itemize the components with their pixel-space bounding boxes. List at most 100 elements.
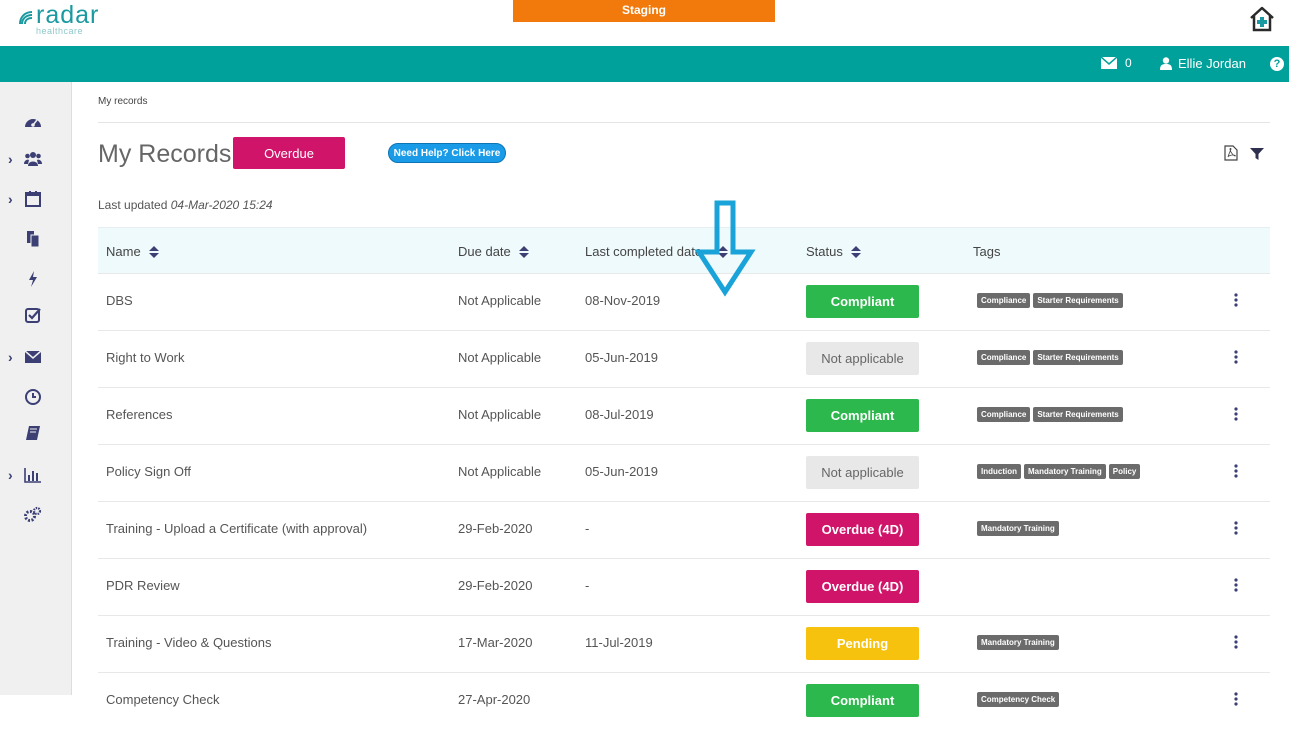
help-icon[interactable]: ?	[1270, 57, 1284, 71]
last-completed-date: 11-Jul-2019	[585, 635, 653, 650]
status-badge[interactable]: Compliant	[806, 399, 919, 432]
header-bar: 0 Ellie Jordan ?	[0, 46, 1289, 82]
tags-list: Compliance Starter Requirements	[977, 407, 1123, 422]
row-actions-icon[interactable]	[1234, 521, 1238, 535]
due-date: Not Applicable	[458, 464, 542, 479]
breadcrumb[interactable]: My records	[98, 96, 147, 107]
users-icon	[24, 152, 42, 166]
messages-link[interactable]: 0	[1101, 56, 1132, 70]
tags-list: Compliance Starter Requirements	[977, 293, 1123, 308]
sidebar-item-reports[interactable]: ›	[0, 464, 72, 488]
last-completed-date: -	[585, 578, 590, 593]
dashboard-icon	[25, 119, 41, 127]
table-row[interactable]: Training - Upload a Certificate (with ap…	[98, 501, 1270, 558]
messages-count: 0	[1125, 56, 1132, 70]
sidebar-item-documents[interactable]	[0, 228, 72, 252]
column-header-status[interactable]: Status	[806, 244, 861, 259]
tags-list: Mandatory Training	[977, 635, 1059, 650]
tag-badge: Compliance	[977, 293, 1031, 308]
status-badge[interactable]: Overdue (4D)	[806, 513, 919, 546]
last-completed-date: 08-Nov-2019	[585, 293, 661, 308]
logo-text: radar	[36, 1, 100, 29]
last-updated: Last updated 04-Mar-2020 15:24	[98, 198, 273, 212]
radar-logo[interactable]: radar healthcare	[18, 1, 100, 36]
row-actions-icon[interactable]	[1234, 464, 1238, 478]
row-actions-icon[interactable]	[1234, 293, 1238, 307]
status-badge[interactable]: Not applicable	[806, 456, 919, 489]
sidebar-item-dashboard[interactable]	[0, 112, 72, 136]
sidebar-item-settings[interactable]	[0, 504, 72, 528]
due-date: Not Applicable	[458, 293, 542, 308]
sidebar: › › › ›	[0, 82, 72, 695]
sort-icon	[518, 245, 529, 258]
checkbox-icon	[25, 308, 41, 323]
sidebar-item-tasks[interactable]	[0, 304, 72, 328]
calendar-icon	[25, 191, 41, 207]
tags-list: Compliance Starter Requirements	[977, 350, 1123, 365]
home-plus-icon[interactable]	[1248, 5, 1276, 33]
last-completed-date: 08-Jul-2019	[585, 407, 654, 422]
table-row[interactable]: Right to Work Not Applicable 05-Jun-2019 No…	[98, 330, 1270, 387]
page-title: My Records	[98, 140, 232, 168]
status-badge[interactable]: Not applicable	[806, 342, 919, 375]
row-actions-icon[interactable]	[1234, 578, 1238, 592]
last-completed-date: 05-Jun-2019	[585, 350, 658, 365]
row-actions-icon[interactable]	[1234, 407, 1238, 421]
table-row[interactable]: References Not Applicable 08-Jul-2019 Compl…	[98, 387, 1270, 444]
sidebar-item-history[interactable]	[0, 386, 72, 410]
sort-icon	[148, 245, 159, 258]
chevron-right-icon: ›	[8, 467, 13, 483]
record-name: Training - Upload a Certificate (with ap…	[106, 521, 368, 536]
record-name: PDR Review	[106, 578, 180, 593]
status-badge[interactable]: Pending	[806, 627, 919, 660]
user-icon	[1160, 57, 1172, 70]
breadcrumb-divider	[98, 122, 1270, 123]
bolt-icon	[29, 271, 37, 287]
down-arrow-annotation	[694, 200, 756, 297]
column-header-tags: Tags	[973, 244, 1001, 259]
table-row[interactable]: PDR Review 29-Feb-2020 - Overdue (4D)	[98, 558, 1270, 615]
record-name: Training - Video & Questions	[106, 635, 272, 650]
sidebar-item-calendar[interactable]: ›	[0, 188, 72, 212]
due-date: 29-Feb-2020	[458, 578, 533, 593]
envelope-icon	[1101, 57, 1117, 69]
column-header-due-date[interactable]: Due date	[458, 244, 529, 259]
bar-chart-icon	[24, 468, 41, 483]
last-completed-date: -	[585, 521, 590, 536]
overdue-filter-button[interactable]: Overdue	[233, 137, 345, 169]
table-row[interactable]: DBS Not Applicable 08-Nov-2019 Compliant Com…	[98, 273, 1270, 330]
record-name: Policy Sign Off	[106, 464, 192, 479]
status-badge[interactable]: Compliant	[806, 285, 919, 318]
status-badge[interactable]: Overdue (4D)	[806, 570, 919, 603]
last-completed-date: 05-Jun-2019	[585, 464, 658, 479]
row-actions-icon[interactable]	[1234, 350, 1238, 364]
row-actions-icon[interactable]	[1234, 635, 1238, 649]
tags-list: Induction Mandatory Training Policy	[977, 464, 1141, 479]
sidebar-item-actions[interactable]	[0, 268, 72, 292]
due-date: Not Applicable	[458, 350, 542, 365]
tags-list: Competency Check	[977, 692, 1060, 707]
sidebar-item-messages[interactable]: ›	[0, 346, 72, 370]
user-menu[interactable]: Ellie Jordan	[1160, 56, 1246, 71]
table-row[interactable]: Policy Sign Off Not Applicable 05-Jun-2019…	[98, 444, 1270, 501]
need-help-button[interactable]: Need Help? Click Here	[388, 143, 506, 163]
tag-badge: Induction	[977, 464, 1021, 479]
status-badge[interactable]: Compliant	[806, 684, 919, 717]
chevron-right-icon: ›	[8, 349, 13, 365]
settings-icon	[24, 506, 42, 522]
logo-subtext: healthcare	[36, 26, 84, 36]
due-date: 29-Feb-2020	[458, 521, 533, 536]
filter-icon[interactable]	[1250, 148, 1264, 160]
sidebar-item-library[interactable]	[0, 422, 72, 446]
pdf-export-icon[interactable]	[1224, 145, 1238, 161]
tag-badge: Mandatory Training	[977, 635, 1059, 650]
sidebar-item-users[interactable]: ›	[0, 148, 72, 172]
last-updated-value: 04-Mar-2020 15:24	[170, 198, 273, 212]
documents-icon	[27, 231, 40, 248]
record-name: References	[106, 407, 173, 422]
tag-badge: Competency Check	[977, 692, 1060, 707]
row-actions-icon[interactable]	[1234, 692, 1238, 706]
table-row[interactable]: Training - Video & Questions 17-Mar-2020 1…	[98, 615, 1270, 672]
table-row[interactable]: Competency Check 27-Apr-2020 Compliant Comp…	[98, 672, 1270, 729]
column-header-name[interactable]: Name	[106, 244, 159, 259]
